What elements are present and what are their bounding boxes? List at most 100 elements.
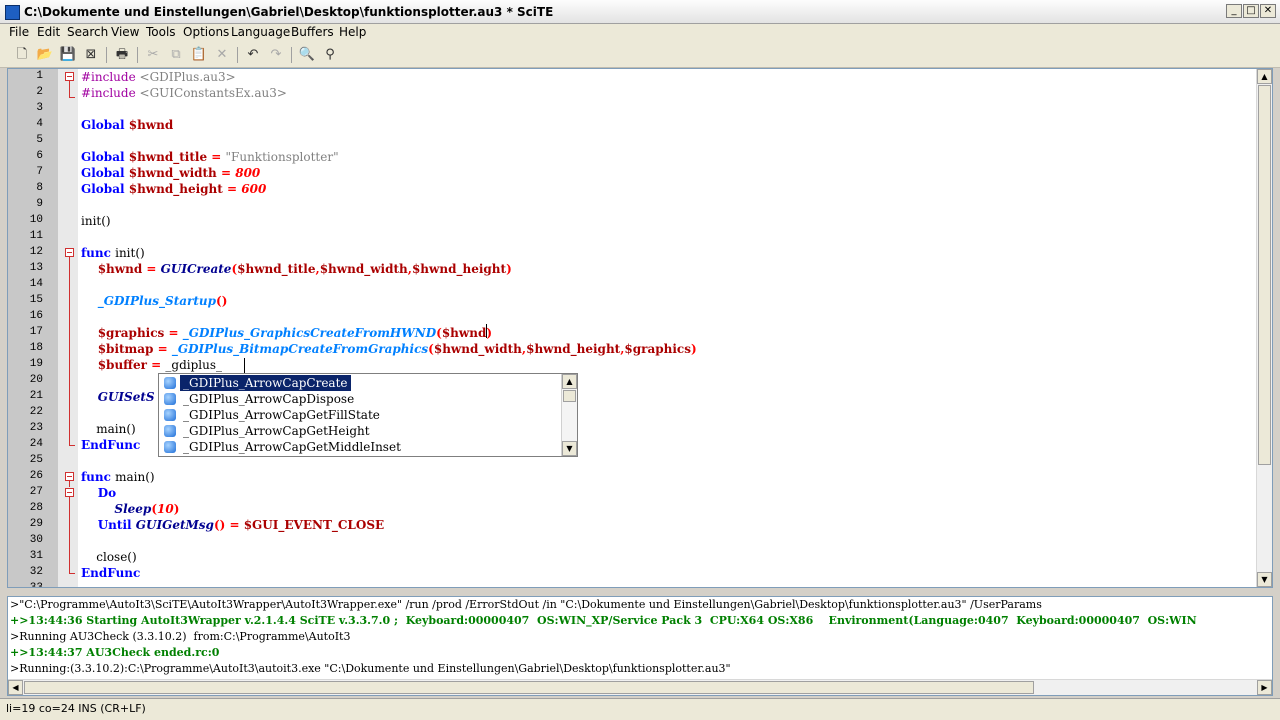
minimize-button[interactable]: _ — [1226, 4, 1242, 18]
menu-language[interactable]: Language — [231, 25, 290, 39]
code-token: Do — [81, 486, 117, 500]
scroll-down-icon[interactable]: ▼ — [562, 441, 577, 456]
print-icon[interactable]: 🖶 — [113, 46, 131, 64]
line-number: 2 — [36, 86, 43, 98]
code-token: _GDIPlus_GraphicsCreateFromHWND — [182, 326, 437, 340]
autocomplete-item[interactable]: _GDIPlus_ArrowCapGetHeight — [161, 423, 561, 439]
autocomplete-item[interactable]: _GDIPlus_ArrowCapGetFillState — [161, 407, 561, 423]
code-token: "Funktionsplotter" — [225, 150, 339, 164]
code-token: _GDIPlus_Startup — [81, 294, 217, 308]
fold-toggle-icon[interactable] — [65, 72, 74, 81]
code-token: $hwnd — [81, 262, 143, 276]
scroll-left-icon[interactable]: ◀ — [8, 680, 23, 695]
scroll-thumb[interactable] — [563, 390, 576, 402]
menu-options[interactable]: Options — [183, 25, 229, 39]
code-token: Global — [81, 150, 129, 164]
scroll-thumb[interactable] — [1258, 85, 1271, 465]
find-icon[interactable]: 🔍 — [298, 46, 316, 64]
autocomplete-item[interactable]: _GDIPlus_ArrowCapCreate — [161, 375, 561, 391]
code-line: func main() — [81, 470, 155, 484]
code-token: 800 — [235, 166, 261, 180]
redo-icon[interactable]: ↷ — [267, 46, 285, 64]
scroll-right-icon[interactable]: ▶ — [1257, 680, 1272, 695]
scroll-down-icon[interactable]: ▼ — [1257, 572, 1272, 587]
code-line: Global $hwnd_width = 800 — [81, 166, 260, 180]
fold-line — [69, 445, 75, 446]
code-token: = — [164, 326, 183, 340]
title-bar: C:\Dokumente und Einstellungen\Gabriel\D… — [0, 0, 1280, 24]
code-token: GUIGetMsg — [135, 518, 214, 532]
line-number: 25 — [29, 454, 43, 466]
close-window-button[interactable]: ✕ — [1260, 4, 1276, 18]
fold-line — [69, 481, 70, 487]
line-number: 7 — [36, 166, 43, 178]
copy-icon[interactable]: ⧉ — [167, 46, 185, 64]
menu-search[interactable]: Search — [67, 25, 108, 39]
menu-edit[interactable]: Edit — [37, 25, 60, 39]
output-pane[interactable]: >"C:\Programme\AutoIt3\SciTE\AutoIt3Wrap… — [7, 596, 1273, 696]
code-token: $graphics — [81, 326, 165, 340]
open-icon[interactable]: 📂 — [36, 46, 54, 64]
code-token: Global — [81, 166, 129, 180]
code-token: main() — [81, 422, 136, 436]
status-text: li=19 co=24 INS (CR+LF) — [6, 702, 146, 715]
autocomplete-item[interactable]: _GDIPlus_ArrowCapDispose — [161, 391, 561, 407]
toolbar-separator — [106, 47, 107, 63]
code-line: Until GUIGetMsg() = $GUI_EVENT_CLOSE — [81, 518, 384, 532]
code-token: EndFunc — [81, 566, 141, 580]
toolbar-separator — [291, 47, 292, 63]
fold-toggle-icon[interactable] — [65, 248, 74, 257]
code-line: Global $hwnd_title = "Funktionsplotter" — [81, 150, 339, 164]
fold-toggle-icon[interactable] — [65, 488, 74, 497]
autocomplete-scrollbar[interactable]: ▲ ▼ — [561, 374, 577, 456]
code-token: = — [207, 150, 226, 164]
code-token: Global — [81, 118, 129, 132]
menu-help[interactable]: Help — [339, 25, 366, 39]
editor-vertical-scrollbar[interactable]: ▲ ▼ — [1256, 69, 1272, 587]
code-token: main() — [115, 470, 155, 484]
fold-line — [69, 81, 70, 97]
code-token: $hwnd_height — [128, 182, 223, 196]
menu-buffers[interactable]: Buffers — [291, 25, 334, 39]
code-token: = — [142, 262, 161, 276]
code-token: close() — [81, 550, 137, 564]
output-line: >"C:\Programme\AutoIt3\SciTE\AutoIt3Wrap… — [10, 598, 1042, 611]
code-line: close() — [81, 550, 137, 564]
menu-view[interactable]: View — [111, 25, 139, 39]
autocomplete-item-label: _GDIPlus_ArrowCapDispose — [183, 392, 355, 406]
output-horizontal-scrollbar[interactable]: ◀ ▶ — [8, 679, 1272, 695]
function-icon — [164, 425, 176, 437]
menu-file[interactable]: File — [9, 25, 29, 39]
code-token: Sleep — [81, 502, 152, 516]
paste-icon[interactable]: 📋 — [190, 46, 208, 64]
code-editor[interactable]: 1 #include <GDIPlus.au3> 2 #include <GUICon… — [7, 68, 1273, 588]
scroll-up-icon[interactable]: ▲ — [1257, 69, 1272, 84]
code-token: $hwnd_title — [128, 150, 208, 164]
line-number: 19 — [29, 358, 43, 370]
close-file-icon[interactable]: ⊠ — [82, 46, 100, 64]
menu-tools[interactable]: Tools — [146, 25, 176, 39]
line-number: 9 — [36, 198, 43, 210]
replace-icon[interactable]: ⚲ — [321, 46, 339, 64]
line-number: 21 — [29, 390, 43, 402]
function-icon — [164, 441, 176, 453]
autocomplete-item[interactable]: _GDIPlus_ArrowCapGetMiddleInset — [161, 439, 561, 455]
fold-toggle-icon[interactable] — [65, 472, 74, 481]
fold-margin[interactable] — [58, 69, 78, 587]
function-icon — [164, 409, 176, 421]
undo-icon[interactable]: ↶ — [244, 46, 262, 64]
new-file-icon[interactable]: 🗋 — [13, 46, 31, 64]
scroll-up-icon[interactable]: ▲ — [562, 374, 577, 389]
save-icon[interactable]: 💾 — [59, 46, 77, 64]
fold-line — [69, 97, 75, 98]
line-number: 14 — [29, 278, 43, 290]
code-token: <GDIPlus.au3> — [139, 70, 236, 84]
line-number: 1 — [36, 70, 43, 82]
cut-icon[interactable]: ✂ — [144, 46, 162, 64]
scroll-thumb[interactable] — [24, 681, 1034, 694]
delete-icon[interactable]: ✕ — [213, 46, 231, 64]
code-token: _GDIPlus_BitmapCreateFromGraphics — [171, 342, 429, 356]
text-caret — [244, 358, 245, 373]
maximize-button[interactable]: □ — [1243, 4, 1259, 18]
autocomplete-list[interactable]: _GDIPlus_ArrowCapCreate _GDIPlus_ArrowCap… — [158, 373, 578, 457]
